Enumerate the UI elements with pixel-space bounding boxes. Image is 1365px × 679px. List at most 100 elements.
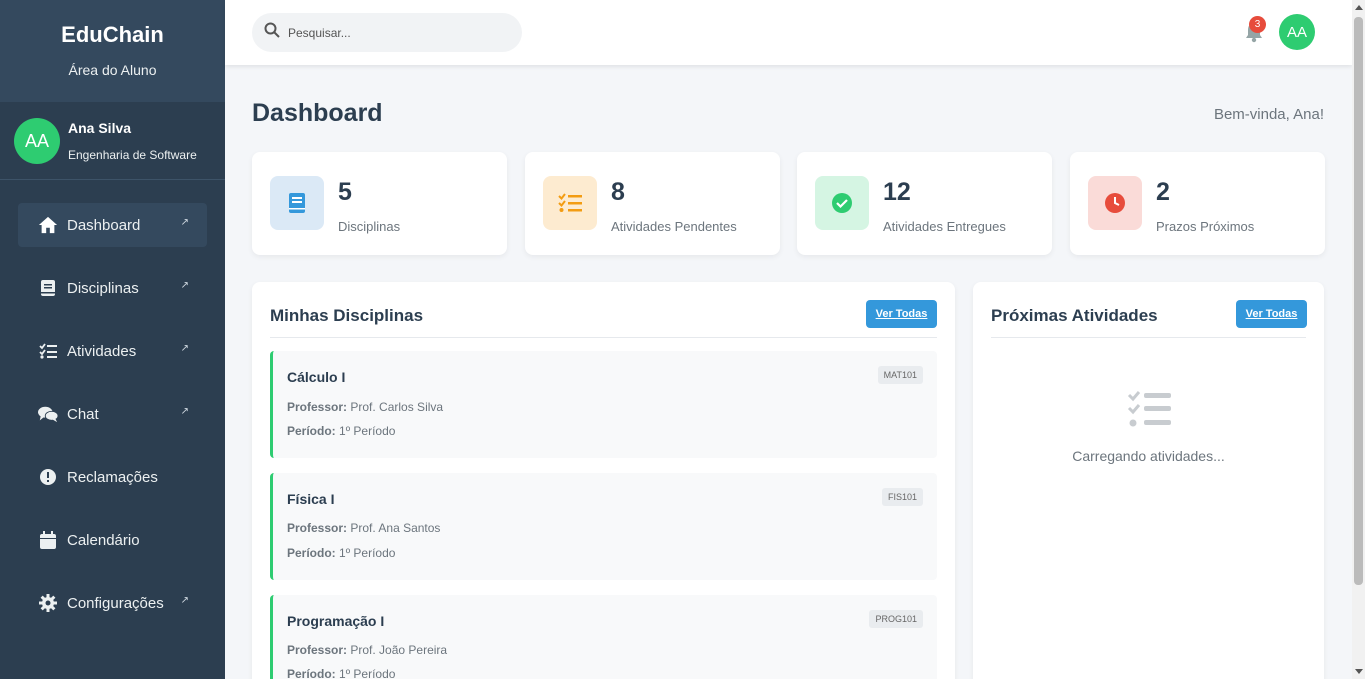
external-arrow-icon: ↗ bbox=[180, 280, 189, 291]
sidebar-item-label: Chat bbox=[67, 405, 99, 423]
loading-message: Carregando atividades... bbox=[1072, 448, 1225, 464]
period-value: 1º Período bbox=[339, 546, 396, 560]
clock-icon bbox=[1088, 176, 1142, 230]
stat-label: Prazos Próximos bbox=[1156, 219, 1255, 234]
external-arrow-icon: ↗ bbox=[180, 217, 189, 228]
period-label: Período: bbox=[287, 546, 336, 560]
header-avatar[interactable]: AA bbox=[1279, 14, 1315, 50]
page-scrollbar[interactable] bbox=[1352, 0, 1365, 679]
comments-icon bbox=[38, 404, 58, 424]
divider bbox=[270, 337, 937, 338]
sidebar-item-label: Disciplinas bbox=[67, 279, 139, 297]
course-name: Programação I bbox=[287, 613, 385, 629]
courses-panel: Minhas Disciplinas Ver Todas Cálculo I M… bbox=[252, 282, 955, 679]
exclamation-circle-icon bbox=[38, 467, 58, 487]
sidebar-item-configuracoes[interactable]: Configurações ↗ bbox=[18, 581, 207, 625]
stat-label: Atividades Entregues bbox=[883, 219, 1006, 234]
professor-label: Professor: bbox=[287, 643, 348, 657]
stat-value: 8 bbox=[611, 178, 625, 206]
period-value: 1º Período bbox=[339, 424, 396, 438]
page-title: Dashboard bbox=[252, 99, 383, 127]
period-label: Período: bbox=[287, 667, 336, 679]
brand: EduChain Área do Aluno bbox=[0, 0, 225, 102]
sidebar-item-atividades[interactable]: Atividades ↗ bbox=[18, 329, 207, 373]
sidebar-item-label: Dashboard bbox=[67, 216, 141, 234]
course-code: MAT101 bbox=[877, 366, 923, 384]
course-professor: Professor: Prof. Carlos Silva bbox=[287, 400, 443, 414]
course-code: FIS101 bbox=[881, 488, 923, 506]
scroll-up-icon[interactable] bbox=[1355, 5, 1363, 10]
scroll-down-icon[interactable] bbox=[1355, 669, 1363, 674]
tasks-icon bbox=[1127, 390, 1171, 428]
welcome-message: Bem-vinda, Ana! bbox=[1213, 106, 1324, 123]
professor-label: Professor: bbox=[287, 521, 348, 535]
course-period: Período: 1º Período bbox=[287, 424, 395, 438]
course-professor: Professor: Prof. Ana Santos bbox=[287, 521, 440, 535]
divider bbox=[991, 337, 1306, 338]
notification-badge: 3 bbox=[1249, 16, 1266, 33]
brand-name: EduChain bbox=[61, 22, 164, 47]
professor-name: Prof. João Pereira bbox=[350, 643, 448, 657]
search-icon bbox=[264, 22, 280, 43]
period-label: Período: bbox=[287, 424, 336, 438]
stat-card-atividades-pendentes: 8 Atividades Pendentes bbox=[525, 152, 780, 255]
period-value: 1º Período bbox=[339, 667, 396, 679]
sidebar-item-label: Atividades bbox=[67, 342, 137, 360]
stat-card-disciplinas: 5 Disciplinas bbox=[252, 152, 507, 255]
user-name: Ana Silva bbox=[68, 120, 132, 136]
stat-label: Disciplinas bbox=[338, 219, 401, 234]
calendar-icon bbox=[38, 530, 58, 550]
home-icon bbox=[38, 215, 58, 235]
sidebar: EduChain Área do Aluno AA Ana Silva Enge… bbox=[0, 0, 225, 679]
course-period: Período: 1º Período bbox=[287, 546, 395, 560]
sidebar-item-dashboard[interactable]: Dashboard ↗ bbox=[18, 203, 207, 247]
stat-value: 12 bbox=[883, 178, 911, 206]
user-course: Engenharia de Software bbox=[68, 148, 197, 162]
panel-title: Minhas Disciplinas bbox=[270, 306, 424, 325]
stat-card-prazos-proximos: 2 Prazos Próximos bbox=[1070, 152, 1325, 255]
course-code: PROG101 bbox=[869, 610, 923, 628]
professor-label: Professor: bbox=[287, 400, 348, 414]
check-circle-icon bbox=[815, 176, 869, 230]
activities-panel: Próximas Atividades Ver Todas Carregando… bbox=[973, 282, 1324, 679]
sidebar-item-label: Calendário bbox=[67, 531, 140, 549]
sidebar-nav: Dashboard ↗ Disciplinas ↗ Atividades ↗ C… bbox=[0, 180, 225, 625]
panel-title: Próximas Atividades bbox=[991, 306, 1158, 325]
course-period: Período: 1º Período bbox=[287, 667, 395, 679]
user-profile: AA Ana Silva Engenharia de Software bbox=[0, 102, 225, 180]
sidebar-item-chat[interactable]: Chat ↗ bbox=[18, 392, 207, 436]
external-arrow-icon: ↗ bbox=[180, 343, 189, 354]
course-card[interactable]: Cálculo I MAT101 Professor: Prof. Carlos… bbox=[270, 351, 937, 458]
sidebar-item-reclamacoes[interactable]: Reclamações bbox=[18, 455, 207, 499]
stat-value: 2 bbox=[1156, 178, 1170, 206]
external-arrow-icon: ↗ bbox=[180, 406, 189, 417]
top-header: 3 AA bbox=[225, 0, 1352, 65]
stat-value: 5 bbox=[338, 178, 352, 206]
course-professor: Professor: Prof. João Pereira bbox=[287, 643, 447, 657]
tasks-icon bbox=[543, 176, 597, 230]
search-box[interactable] bbox=[252, 13, 522, 52]
view-all-courses-button[interactable]: Ver Todas bbox=[866, 300, 937, 328]
view-all-activities-button[interactable]: Ver Todas bbox=[1236, 300, 1307, 328]
external-arrow-icon: ↗ bbox=[180, 595, 189, 606]
course-name: Cálculo I bbox=[287, 369, 346, 385]
sidebar-item-calendario[interactable]: Calendário bbox=[18, 518, 207, 562]
professor-name: Prof. Ana Santos bbox=[350, 521, 441, 535]
stat-card-atividades-entregues: 12 Atividades Entregues bbox=[797, 152, 1052, 255]
course-name: Física I bbox=[287, 491, 335, 507]
course-card[interactable]: Programação I PROG101 Professor: Prof. J… bbox=[270, 595, 937, 679]
sidebar-item-label: Configurações bbox=[67, 594, 164, 612]
book-icon bbox=[270, 176, 324, 230]
book-icon bbox=[38, 278, 58, 298]
tasks-icon bbox=[38, 341, 58, 361]
gear-icon bbox=[38, 593, 58, 613]
sidebar-item-label: Reclamações bbox=[67, 468, 158, 486]
search-input[interactable] bbox=[288, 25, 508, 40]
scroll-thumb[interactable] bbox=[1354, 17, 1363, 585]
professor-name: Prof. Carlos Silva bbox=[350, 400, 444, 414]
brand-subtitle: Área do Aluno bbox=[68, 62, 157, 78]
sidebar-item-disciplinas[interactable]: Disciplinas ↗ bbox=[18, 266, 207, 310]
stat-label: Atividades Pendentes bbox=[611, 219, 737, 234]
user-avatar: AA bbox=[14, 118, 60, 164]
course-card[interactable]: Física I FIS101 Professor: Prof. Ana San… bbox=[270, 473, 937, 580]
